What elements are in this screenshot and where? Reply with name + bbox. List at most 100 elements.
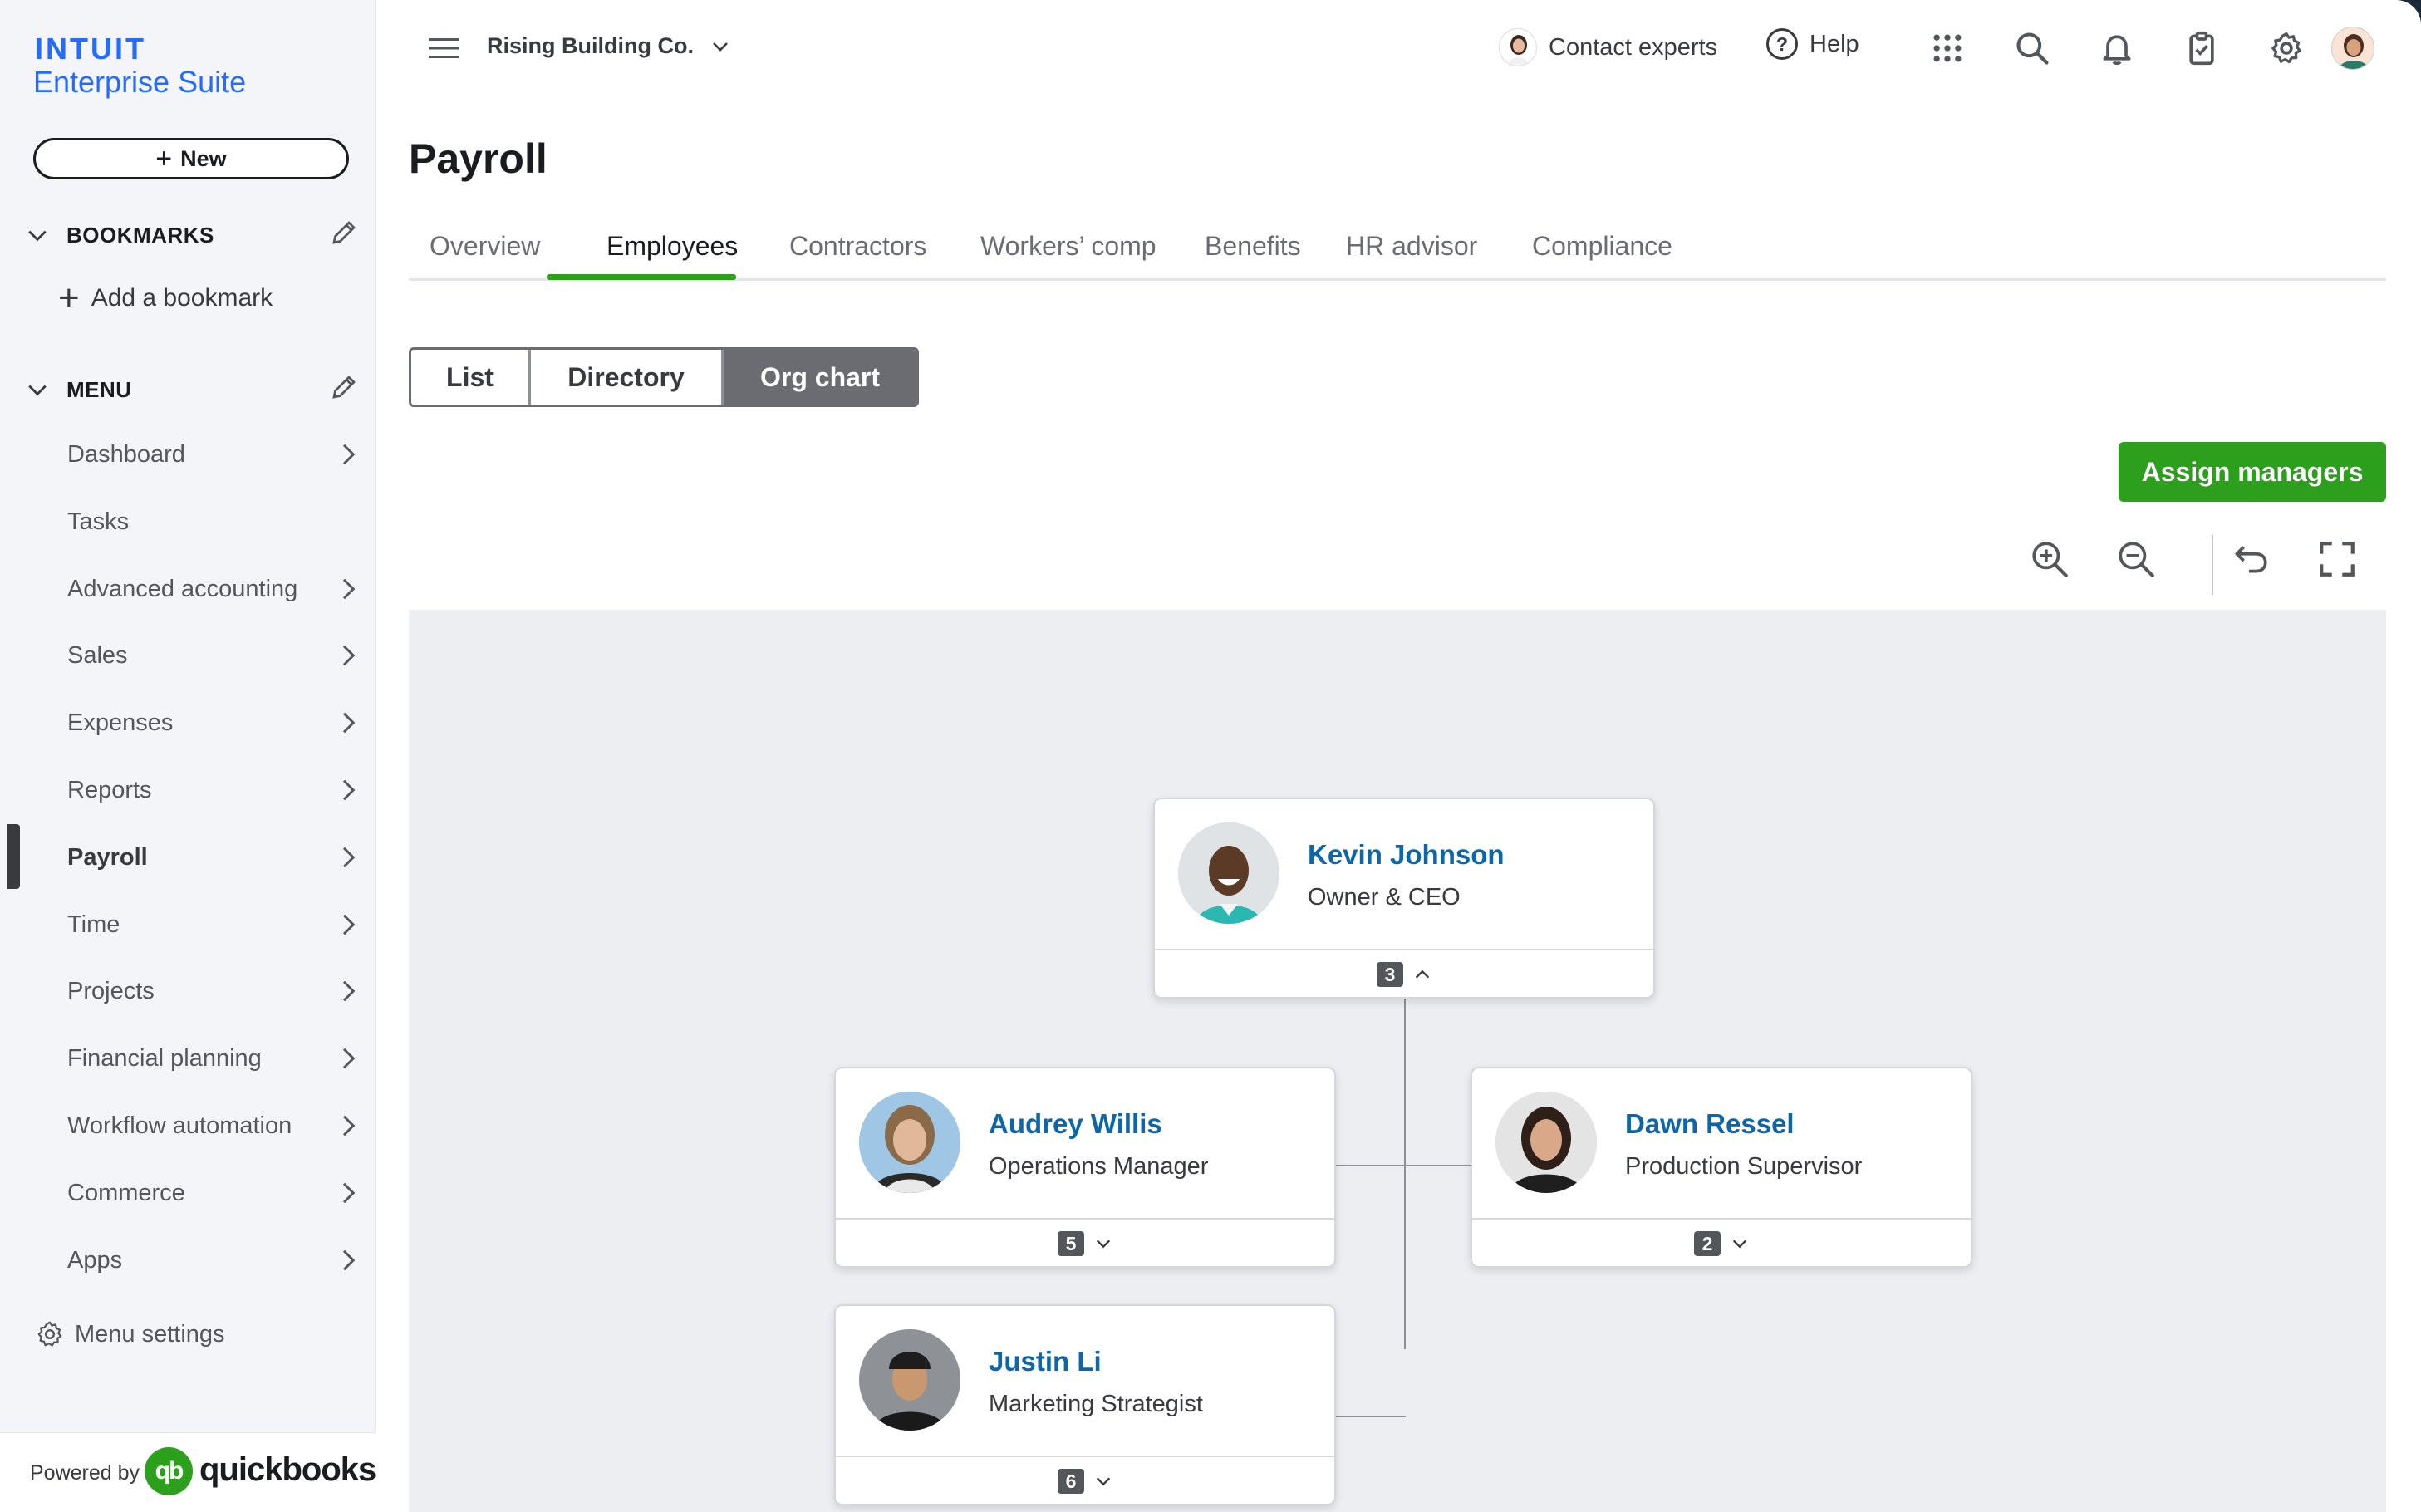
- powered-by-footer: Powered by qb quickbooks: [0, 1432, 376, 1512]
- tab-benefits[interactable]: Benefits: [1205, 223, 1301, 281]
- tab-overview[interactable]: Overview: [430, 223, 540, 281]
- sidebar-item-label: Reports: [67, 776, 152, 803]
- chevron-right-icon: [342, 1249, 356, 1271]
- sidebar-item-commerce[interactable]: Commerce: [0, 1168, 376, 1218]
- menu-settings-link[interactable]: Menu settings: [35, 1319, 225, 1349]
- directory-view-button[interactable]: Directory: [531, 350, 724, 405]
- product-name: Enterprise Suite: [33, 65, 247, 99]
- sidebar-item-label: Tasks: [67, 508, 130, 535]
- menu-settings-label: Menu settings: [75, 1320, 225, 1348]
- quickbooks-wordmark: quickbooks: [199, 1451, 376, 1488]
- chevron-right-icon: [342, 1048, 356, 1069]
- expand-toggle[interactable]: 2: [1472, 1218, 1971, 1268]
- fullscreen-icon[interactable]: [2316, 538, 2358, 580]
- chevron-down-icon: [28, 385, 47, 395]
- chevron-right-icon: [342, 712, 356, 734]
- contact-experts-label: Contact experts: [1549, 33, 1718, 61]
- sidebar-item-payroll[interactable]: Payroll: [0, 832, 376, 882]
- sidebar: INTUIT Enterprise Suite + New BOOKMARKS …: [0, 0, 376, 1512]
- sidebar-item-projects[interactable]: Projects: [0, 966, 376, 1016]
- assign-managers-button[interactable]: Assign managers: [2119, 442, 2386, 502]
- sidebar-item-workflow-automation[interactable]: Workflow automation: [0, 1101, 376, 1151]
- user-avatar[interactable]: [2331, 27, 2374, 70]
- org-card-child[interactable]: Justin Li Marketing Strategist 6: [834, 1304, 1336, 1505]
- gear-icon: [37, 1321, 62, 1347]
- bell-icon[interactable]: [2099, 30, 2135, 66]
- org-chart-view-button[interactable]: Org chart: [724, 350, 916, 405]
- new-button[interactable]: + New: [33, 138, 349, 179]
- employee-role: Marketing Strategist: [989, 1391, 1203, 1417]
- apps-grid-icon[interactable]: [1929, 30, 1966, 66]
- active-tab-indicator: [547, 274, 736, 280]
- add-bookmark-label: Add a bookmark: [91, 284, 273, 312]
- sidebar-item-label: Dashboard: [67, 440, 185, 468]
- edit-bookmarks-pencil-icon[interactable]: [329, 218, 359, 248]
- employee-name[interactable]: Dawn Ressel: [1625, 1108, 1795, 1140]
- menu-heading[interactable]: MENU: [27, 377, 132, 403]
- org-chart-canvas[interactable]: Kevin Johnson Owner & CEO 3 Audrey Willi…: [409, 610, 2386, 1512]
- top-bar: Rising Building Co. Contact experts ? He…: [376, 0, 2421, 98]
- sidebar-item-expenses[interactable]: Expenses: [0, 698, 376, 748]
- contact-experts-button[interactable]: Contact experts: [1499, 28, 1717, 66]
- tab-employees[interactable]: Employees: [606, 223, 738, 281]
- zoom-in-icon[interactable]: [2029, 538, 2070, 580]
- sidebar-item-apps[interactable]: Apps: [0, 1235, 376, 1285]
- chevron-right-icon: [342, 578, 356, 600]
- chevron-down-icon: [28, 230, 47, 241]
- chevron-right-icon: [342, 645, 356, 666]
- sidebar-item-tasks[interactable]: Tasks: [0, 497, 376, 547]
- chevron-down-icon: [1732, 1240, 1747, 1249]
- help-label: Help: [1810, 30, 1859, 57]
- search-icon[interactable]: [2014, 30, 2050, 66]
- chevron-up-icon: [1415, 970, 1430, 979]
- sidebar-item-reports[interactable]: Reports: [0, 765, 376, 815]
- expert-avatar-icon: [1499, 28, 1537, 66]
- help-button[interactable]: ? Help: [1766, 28, 1859, 60]
- employee-name[interactable]: Justin Li: [989, 1346, 1102, 1377]
- expand-toggle[interactable]: 6: [836, 1456, 1334, 1505]
- tab-workers-comp[interactable]: Workers’ comp: [980, 223, 1156, 281]
- employee-name[interactable]: Kevin Johnson: [1308, 839, 1505, 871]
- sidebar-item-label: Time: [67, 911, 120, 938]
- zoom-out-icon[interactable]: [2115, 538, 2157, 580]
- org-card-child[interactable]: Audrey Willis Operations Manager 5: [834, 1067, 1336, 1268]
- sidebar-item-label: Commerce: [67, 1179, 185, 1206]
- intuit-logo: INTUIT: [35, 32, 146, 66]
- sidebar-item-label: Apps: [67, 1246, 123, 1274]
- tab-compliance[interactable]: Compliance: [1532, 223, 1672, 281]
- sidebar-item-label: Workflow automation: [67, 1112, 292, 1139]
- menu-heading-label: MENU: [66, 377, 132, 402]
- app-window: INTUIT Enterprise Suite + New BOOKMARKS …: [0, 0, 2421, 1512]
- sidebar-item-advanced-accounting[interactable]: Advanced accounting: [0, 564, 376, 614]
- bookmarks-heading[interactable]: BOOKMARKS: [27, 223, 214, 248]
- clipboard-icon[interactable]: [2183, 30, 2220, 66]
- sidebar-item-time[interactable]: Time: [0, 900, 376, 950]
- add-bookmark-link[interactable]: + Add a bookmark: [58, 277, 273, 318]
- tab-hr-advisor[interactable]: HR advisor: [1346, 223, 1477, 281]
- plus-icon: +: [58, 277, 80, 318]
- tab-bar: Overview Employees Contractors Workers’ …: [409, 223, 2386, 281]
- plus-icon: +: [155, 142, 173, 174]
- edit-menu-pencil-icon[interactable]: [329, 372, 359, 402]
- hamburger-menu-icon[interactable]: [429, 37, 459, 60]
- list-view-button[interactable]: List: [411, 350, 531, 405]
- expand-toggle[interactable]: 3: [1155, 949, 1653, 999]
- employee-photo: [859, 1092, 960, 1193]
- sidebar-item-sales[interactable]: Sales: [0, 631, 376, 680]
- expand-toggle[interactable]: 5: [836, 1218, 1334, 1268]
- org-card-child[interactable]: Dawn Ressel Production Supervisor 2: [1471, 1067, 1972, 1268]
- sidebar-item-dashboard[interactable]: Dashboard: [0, 430, 376, 479]
- employee-name[interactable]: Audrey Willis: [989, 1108, 1162, 1140]
- sidebar-item-label: Financial planning: [67, 1044, 262, 1072]
- gear-icon[interactable]: [2268, 30, 2305, 66]
- direct-reports-count: 3: [1377, 962, 1403, 987]
- tab-contractors[interactable]: Contractors: [789, 223, 926, 281]
- chevron-down-icon: [1096, 1477, 1111, 1486]
- view-switcher: List Directory Org chart: [409, 347, 919, 407]
- org-card-root[interactable]: Kevin Johnson Owner & CEO 3: [1153, 798, 1655, 999]
- company-switcher[interactable]: Rising Building Co.: [487, 33, 730, 59]
- page-title: Payroll: [409, 135, 548, 182]
- sidebar-item-financial-planning[interactable]: Financial planning: [0, 1033, 376, 1083]
- connector-vertical: [1404, 999, 1406, 1349]
- undo-icon[interactable]: [2230, 538, 2271, 580]
